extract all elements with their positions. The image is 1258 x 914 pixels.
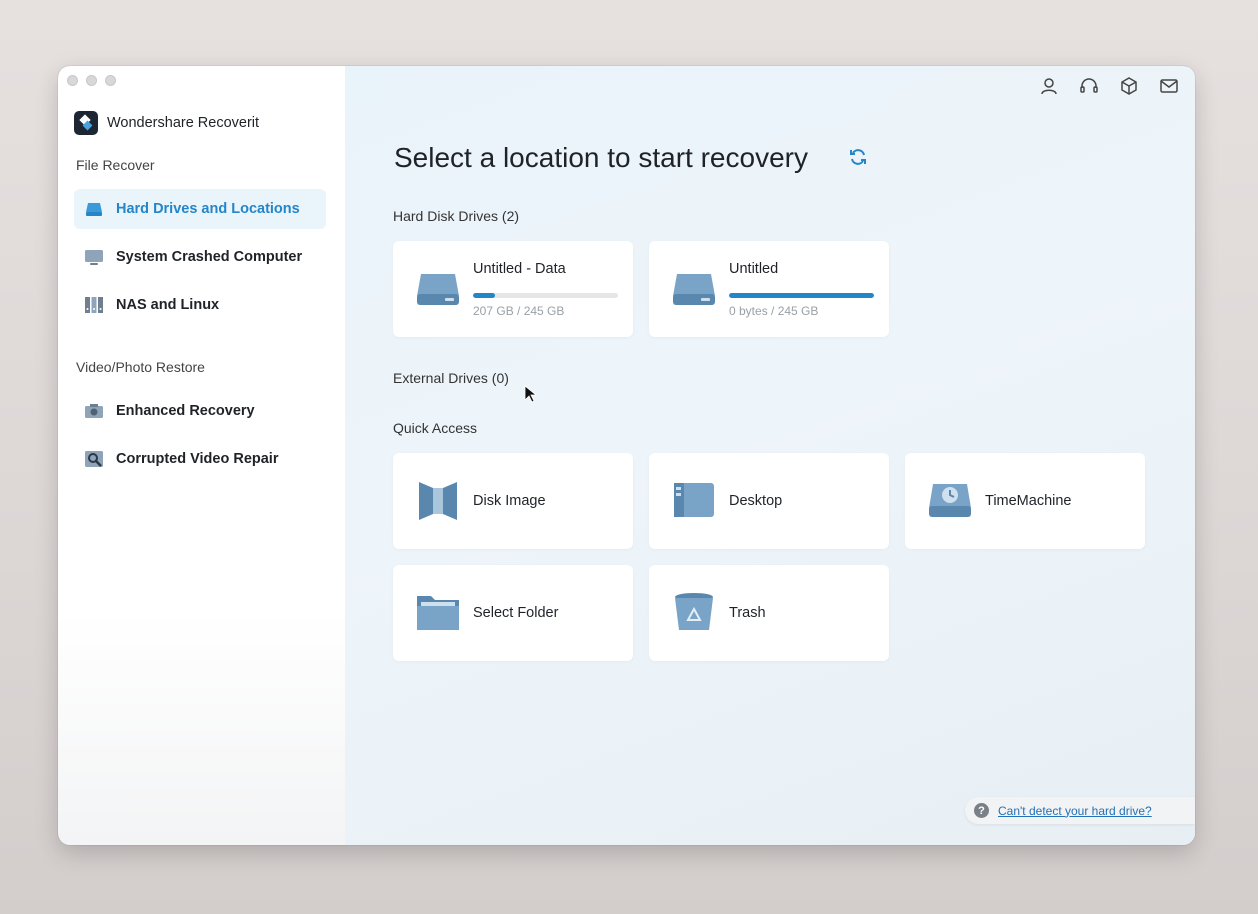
app-name: Wondershare Recoverit (107, 115, 260, 131)
section-file-recover: File Recover (76, 157, 155, 173)
minimize-window-button[interactable] (86, 75, 97, 86)
hard-disk-drives-label: Hard Disk Drives (2) (393, 208, 520, 224)
drive-size: 207 GB / 245 GB (473, 304, 565, 318)
drive-size: 0 bytes / 245 GB (729, 304, 819, 318)
cant-detect-drive-link[interactable]: Can't detect your hard drive? (998, 804, 1152, 818)
external-drives-label: External Drives (0) (393, 370, 509, 386)
sidebar-item-nas-linux[interactable]: NAS and Linux (74, 285, 326, 325)
sidebar-item-system-crashed[interactable]: System Crashed Computer (74, 237, 326, 277)
monitor-icon (85, 250, 103, 265)
hard-drive-icon (673, 274, 715, 305)
folder-icon (417, 596, 459, 630)
sidebar-item-label: NAS and Linux (116, 297, 220, 313)
drive-usage-bar (729, 293, 874, 298)
app-window: Wondershare Recoverit File Recover Hard … (58, 66, 1195, 845)
sidebar-item-label: Hard Drives and Locations (116, 201, 300, 217)
quick-access-trash[interactable]: Trash (649, 565, 889, 661)
quick-access-label: Trash (729, 605, 766, 621)
quick-access-desktop[interactable]: Desktop (649, 453, 889, 549)
user-icon[interactable] (1039, 76, 1059, 96)
hard-drive-icon (86, 203, 102, 216)
brand: Wondershare Recoverit (74, 111, 259, 135)
drive-name: Untitled - Data (473, 261, 566, 277)
quick-access-label: TimeMachine (985, 493, 1072, 509)
drive-usage-fill (473, 293, 495, 298)
quick-access-label: Select Folder (473, 605, 559, 621)
quick-access-select-folder[interactable]: Select Folder (393, 565, 633, 661)
quick-access-disk-image[interactable]: Disk Image (393, 453, 633, 549)
help-banner: ? Can't detect your hard drive? (965, 797, 1195, 824)
trash-icon (675, 593, 713, 630)
video-repair-icon (85, 451, 103, 467)
camera-icon (85, 404, 103, 418)
page-title: Select a location to start recovery (394, 142, 808, 173)
sidebar-item-hard-drives[interactable]: Hard Drives and Locations (74, 189, 326, 229)
sidebar-item-label: Corrupted Video Repair (116, 451, 279, 467)
drive-card-untitled[interactable]: Untitled 0 bytes / 245 GB (649, 241, 889, 337)
hard-drive-icon (417, 274, 459, 305)
sidebar: Wondershare Recoverit File Recover Hard … (58, 66, 345, 845)
close-window-button[interactable] (67, 75, 78, 86)
sidebar-item-label: System Crashed Computer (116, 249, 303, 265)
drive-usage-bar (473, 293, 618, 298)
box-icon[interactable] (1119, 76, 1139, 96)
quick-access-label: Disk Image (473, 493, 546, 509)
desktop-icon (674, 483, 714, 517)
drive-usage-fill (729, 293, 874, 298)
quick-access-label: Desktop (729, 493, 783, 509)
disk-image-icon (419, 482, 457, 520)
refresh-icon[interactable] (848, 147, 868, 167)
sidebar-item-label: Enhanced Recovery (116, 403, 255, 419)
mail-icon[interactable] (1159, 76, 1179, 96)
recoverit-logo-icon (74, 111, 98, 135)
section-video-photo: Video/Photo Restore (76, 359, 205, 375)
question-icon: ? (974, 803, 989, 818)
main-panel: Select a location to start recovery Hard… (345, 66, 1195, 845)
quick-access-timemachine[interactable]: TimeMachine (905, 453, 1145, 549)
window-controls (67, 75, 116, 86)
quick-access-label: Quick Access (393, 420, 478, 436)
drive-name: Untitled (729, 261, 779, 277)
nas-icon (85, 297, 103, 313)
drive-card-untitled-data[interactable]: Untitled - Data 207 GB / 245 GB (393, 241, 633, 337)
headset-icon[interactable] (1079, 76, 1099, 96)
time-machine-icon (929, 484, 971, 517)
sidebar-item-enhanced-recovery[interactable]: Enhanced Recovery (74, 391, 326, 431)
sidebar-item-video-repair[interactable]: Corrupted Video Repair (74, 439, 326, 479)
mouse-cursor-icon (524, 385, 536, 403)
maximize-window-button[interactable] (105, 75, 116, 86)
header-toolbar (1039, 76, 1179, 96)
